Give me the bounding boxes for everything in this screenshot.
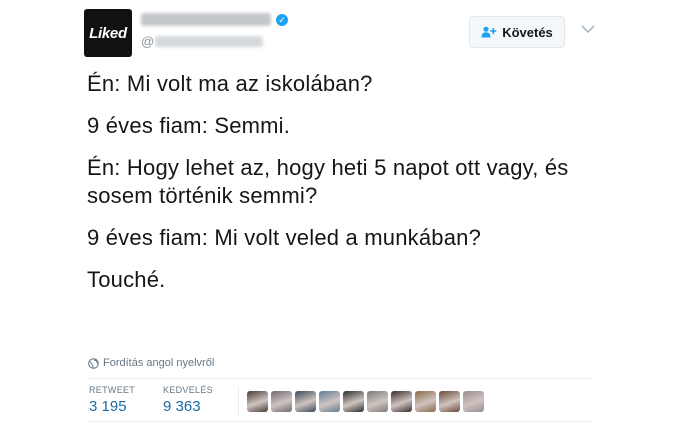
- translate-label: Fordítás angol nyelvről: [103, 357, 215, 369]
- liker-avatar[interactable]: [367, 391, 388, 412]
- liker-avatar[interactable]: [295, 391, 316, 412]
- tweet-paragraph: 9 éves fiam: Semmi.: [87, 113, 291, 138]
- tweet-paragraph: Én: Hogy lehet az, hogy heti 5 napot ott…: [87, 155, 569, 208]
- verified-badge-icon: ✓: [276, 13, 288, 26]
- tweet-text: Én: Mi volt ma az iskolában? 9 éves fiam…: [87, 70, 607, 308]
- follow-button[interactable]: Követés: [469, 16, 565, 48]
- translate-link[interactable]: Fordítás angol nyelvről: [88, 357, 214, 369]
- like-stat[interactable]: KEDVELÉS 9 363: [163, 385, 213, 415]
- handle-row[interactable]: @: [141, 34, 264, 49]
- tweet-paragraph: 9 éves fiam: Mi volt veled a munkában?: [87, 225, 482, 250]
- retweet-stat[interactable]: RETWEET 3 195: [89, 385, 135, 415]
- avatar-logo-text: Liked: [89, 24, 127, 42]
- liker-avatar[interactable]: [271, 391, 292, 412]
- display-name-row[interactable]: ✓: [141, 13, 288, 26]
- display-name-blurred: [141, 13, 271, 26]
- globe-icon: [88, 357, 99, 369]
- tweet-paragraph: Én: Mi volt ma az iskolában?: [87, 71, 373, 96]
- avatar[interactable]: Liked: [84, 9, 132, 57]
- liker-avatar[interactable]: [319, 391, 340, 412]
- liker-avatar[interactable]: [391, 391, 412, 412]
- chevron-down-icon[interactable]: [579, 22, 597, 36]
- retweet-count: 3 195: [89, 398, 127, 415]
- like-label: KEDVELÉS: [163, 385, 213, 395]
- liker-avatars: [247, 391, 484, 412]
- stats-separator: [238, 386, 239, 416]
- liker-avatar[interactable]: [439, 391, 460, 412]
- tweet-paragraph: Touché.: [87, 267, 166, 292]
- divider: [87, 378, 593, 379]
- add-user-icon: [481, 26, 497, 38]
- retweet-label: RETWEET: [89, 385, 136, 395]
- like-count: 9 363: [163, 398, 201, 415]
- follow-button-label: Követés: [502, 24, 553, 40]
- handle-blurred: [155, 36, 264, 47]
- liker-avatar[interactable]: [343, 391, 364, 412]
- handle-at-sign: @: [141, 34, 155, 49]
- liker-avatar[interactable]: [463, 391, 484, 412]
- divider: [87, 421, 593, 422]
- liker-avatar[interactable]: [247, 391, 268, 412]
- liker-avatar[interactable]: [415, 391, 436, 412]
